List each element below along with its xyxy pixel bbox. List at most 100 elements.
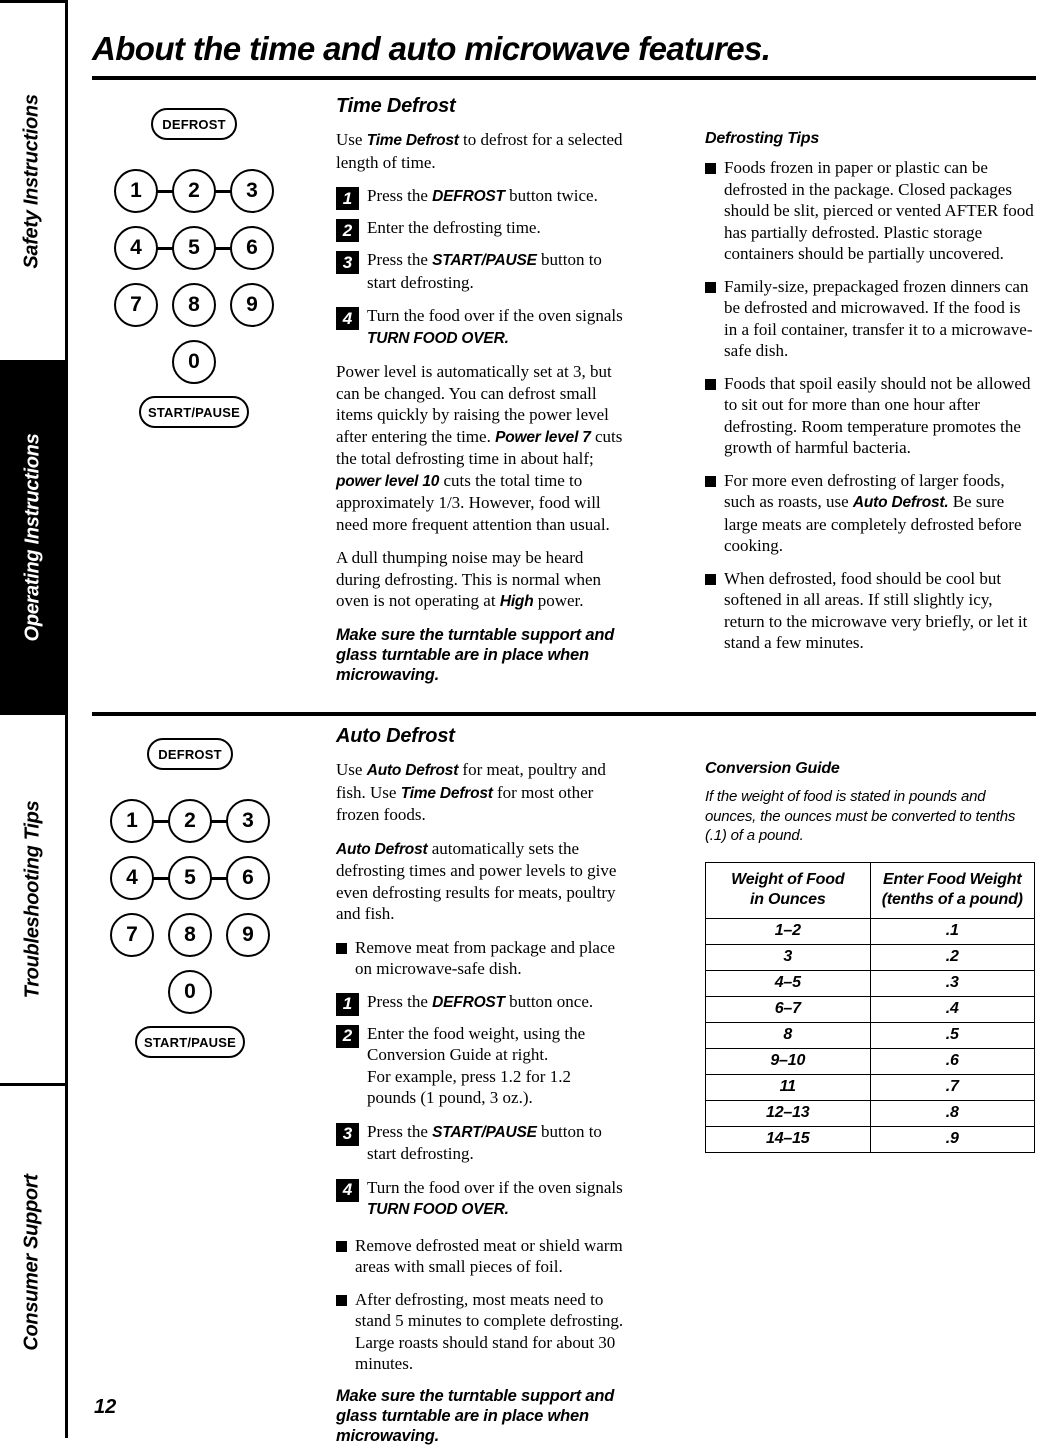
page-number: 12 [94, 1396, 117, 1418]
cell-pounds: .3 [869, 969, 1035, 997]
keypad-key-6[interactable]: 6 [230, 226, 274, 270]
defrosting-tips-section: Defrosting Tips Foods frozen in paper or… [705, 130, 1035, 665]
keypad-key-7[interactable]: 7 [114, 283, 158, 327]
keypad-key-3[interactable]: 3 [230, 169, 274, 213]
time-defrost-emphasis: Time Defrost [400, 784, 493, 802]
step-text: Press the DEFROST button twice. [367, 185, 598, 208]
keypad-key-9[interactable]: 9 [230, 283, 274, 327]
table-row: 4–5 .3 [705, 969, 1035, 997]
keypad-connector [152, 799, 170, 843]
post-bullet-text: After defrosting, most meats need to sta… [355, 1289, 624, 1374]
intro-b-pre: Use [370, 782, 401, 802]
keypad-row-4: 0 [94, 340, 294, 384]
conversion-guide-intro: If the weight of food is stated in pound… [705, 788, 1016, 844]
step-number-badge: 1 [336, 187, 359, 210]
keypad-key-4[interactable]: 4 [114, 226, 158, 270]
keypad-row-2: 4 5 6 [94, 226, 294, 270]
keypad-row-1: 1 2 3 [90, 799, 290, 843]
defrosting-tips-heading: Defrosting Tips [705, 130, 820, 147]
square-bullet-icon [705, 281, 716, 293]
step-text-pre: Press the [367, 991, 433, 1011]
conversion-guide-table: Weight of Food in Ounces Enter Food Weig… [705, 861, 1035, 1153]
keypad-key-6[interactable]: 6 [226, 856, 270, 900]
keypad-key-5[interactable]: 5 [168, 856, 212, 900]
keypad-key-1[interactable]: 1 [114, 169, 158, 213]
keypad-connector [214, 226, 232, 270]
step-item: 4 Turn the food over if the oven signals… [336, 1177, 624, 1221]
keypad-key-3[interactable]: 3 [226, 799, 270, 843]
keypad-connector [214, 169, 232, 213]
step-item: 1 Press the DEFROST button once. [336, 991, 624, 1016]
defrost-button[interactable]: DEFROST [147, 738, 233, 770]
square-bullet-icon [705, 573, 716, 585]
cell-ounces: 3 [705, 943, 871, 971]
column-header-weight-ounces: Weight of Food in Ounces [705, 861, 871, 919]
sidebar-tab-operating-instructions[interactable]: Operating Instructions [0, 360, 68, 715]
keypad-row-1: 1 2 3 [94, 169, 294, 213]
keypad-key-5[interactable]: 5 [172, 226, 216, 270]
table-row: 11 .7 [705, 1073, 1035, 1101]
step-text-pre: Enter the defrosting time. [367, 218, 541, 237]
keypad-key-0[interactable]: 0 [172, 340, 216, 384]
step-text-post: button twice. [504, 186, 598, 205]
auto-defrost-emphasis: Auto Defrost. [852, 494, 949, 511]
sidebar-tab-consumer-support[interactable]: Consumer Support [0, 1083, 68, 1438]
prep-bullet-item: Remove meat from package and place on mi… [336, 937, 624, 980]
keypad-key-2[interactable]: 2 [172, 169, 216, 213]
keypad-key-8[interactable]: 8 [168, 913, 212, 957]
keypad-spacer [216, 283, 230, 327]
keypad-key-0[interactable]: 0 [168, 970, 212, 1014]
step-text: Turn the food over if the oven signals T… [367, 305, 624, 349]
keypad-key-1[interactable]: 1 [110, 799, 154, 843]
keypad-key-2[interactable]: 2 [168, 799, 212, 843]
sidebar-tab-troubleshooting-tips[interactable]: Troubleshooting Tips [0, 715, 68, 1083]
tip-bullet-item: When defrosted, food should be cool but … [705, 568, 1035, 654]
turntable-notice: Make sure the turntable support and glas… [336, 625, 615, 684]
tip-bullet-item: Foods frozen in paper or plastic can be … [705, 157, 1035, 265]
step-text: Press the START/PAUSE button to start de… [367, 249, 624, 293]
turntable-notice: Make sure the turntable support and glas… [336, 1386, 615, 1445]
post-bullet-item: After defrosting, most meats need to sta… [336, 1289, 624, 1375]
page-content: About the time and auto microwave featur… [68, 0, 1060, 1445]
step-number-badge: 4 [336, 307, 359, 330]
start-pause-button[interactable]: START/PAUSE [139, 396, 249, 428]
keypad-spacer [154, 913, 168, 957]
auto-defrost-section: Auto Defrost Use Auto Defrost for meat, … [336, 725, 624, 1456]
power-level-10-emphasis: power level 10 [336, 472, 440, 490]
tip-bullet-text: Foods frozen in paper or plastic can be … [724, 158, 1034, 263]
square-bullet-icon [705, 163, 716, 174]
keypad-row-3: 7 8 9 [90, 913, 290, 957]
table-row: 3 .2 [705, 943, 1035, 971]
keypad-key-8[interactable]: 8 [172, 283, 216, 327]
step-text: Enter the food weight, using the Convers… [367, 1023, 586, 1108]
tip-bullet-text: Foods that spoil easily should not be al… [724, 373, 1031, 458]
step-item: 4 Turn the food over if the oven signals… [336, 305, 624, 349]
page-title: About the time and auto microwave featur… [92, 30, 771, 67]
keypad-key-7[interactable]: 7 [110, 913, 154, 957]
start-pause-button[interactable]: START/PAUSE [135, 1026, 245, 1058]
defrost-button[interactable]: DEFROST [151, 108, 237, 140]
keypad-connector [156, 169, 174, 213]
step-text-emphasis: START/PAUSE [432, 252, 537, 269]
square-bullet-icon [336, 1240, 347, 1252]
cell-pounds: .7 [869, 1073, 1035, 1101]
power-level-7-emphasis: Power level 7 [495, 428, 591, 446]
cell-pounds: .9 [869, 1125, 1035, 1153]
step-item: 2 Enter the defrosting time. [336, 217, 624, 242]
time-defrost-section: Time Defrost Use Time Defrost to defrost… [336, 95, 624, 695]
step-text: Turn the food over if the oven signals T… [367, 1177, 624, 1221]
keypad-key-9[interactable]: 9 [226, 913, 270, 957]
table-row: 1–2 .1 [705, 917, 1035, 945]
cell-ounces: 6–7 [705, 995, 871, 1023]
sidebar-tab-safety-instructions[interactable]: Safety Instructions [0, 0, 68, 360]
step-number-badge: 2 [336, 219, 359, 242]
intro-a-pre: Use [336, 760, 367, 779]
keypad-spacer [212, 913, 226, 957]
step-text: Press the DEFROST button once. [367, 991, 593, 1014]
sidebar-tab-label: Operating Instructions [21, 433, 43, 642]
step-item: 3 Press the START/PAUSE button to start … [336, 249, 624, 293]
keypad-key-4[interactable]: 4 [110, 856, 154, 900]
keypad-connector [152, 856, 170, 900]
header-line-1: Enter Food Weight [882, 870, 1022, 888]
cell-ounces: 4–5 [705, 969, 871, 997]
